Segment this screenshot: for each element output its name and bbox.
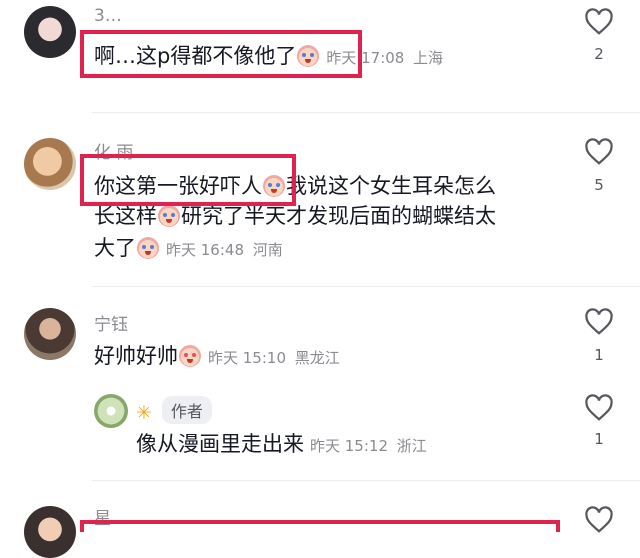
like-count: 1 <box>594 430 604 448</box>
like-heart-icon[interactable] <box>584 8 614 36</box>
highlight-box <box>80 154 296 206</box>
comment-time: 昨天 15:10 <box>208 349 286 367</box>
comment-text-line-3: 大了 昨天 16:48 河南 <box>94 232 283 267</box>
comment-body: 我说这个女生耳朵怎么 <box>286 174 496 198</box>
comment-author[interactable]: 3… <box>94 6 122 26</box>
reply-avatar[interactable] <box>94 394 128 428</box>
author-tag: 作者 <box>161 396 212 424</box>
like-count: 2 <box>594 45 604 63</box>
divider <box>92 112 640 113</box>
crying-emoji-icon <box>158 205 180 227</box>
like-count: 1 <box>594 346 604 364</box>
comment-body: 好帅好帅 <box>94 344 178 368</box>
reply-location: 浙江 <box>396 437 427 455</box>
reply-body: 像从漫画里走出来 <box>136 432 304 456</box>
highlight-box <box>80 30 362 78</box>
divider <box>92 480 640 481</box>
comment-location: 河南 <box>252 241 283 259</box>
like-heart-icon[interactable] <box>584 308 614 336</box>
divider <box>92 286 640 287</box>
comment-location: 黑龙江 <box>294 349 340 367</box>
comment-time: 昨天 16:48 <box>166 241 244 259</box>
avatar[interactable] <box>24 138 76 190</box>
comment-location: 上海 <box>413 49 444 67</box>
like-heart-icon[interactable] <box>584 394 614 422</box>
avatar[interactable] <box>24 506 76 558</box>
comment-body: 研究了半天才发现后面的蝴蝶结太 <box>181 204 496 228</box>
crying-emoji-icon <box>137 237 159 259</box>
avatar[interactable] <box>24 308 76 360</box>
comment-text: 好帅好帅 昨天 15:10 黑龙江 <box>94 340 340 375</box>
like-count: 5 <box>594 176 604 194</box>
comment-body: 大了 <box>94 236 136 260</box>
comment-author[interactable]: 宁钰 <box>94 310 128 335</box>
reply-text: 像从漫画里走出来 昨天 15:12 浙江 <box>136 428 427 463</box>
like-heart-icon[interactable] <box>584 506 614 534</box>
reply-author[interactable]: ✳ 作者 <box>136 396 212 424</box>
avatar[interactable] <box>24 6 76 58</box>
heart-eyes-emoji-icon <box>179 345 201 367</box>
like-heart-icon[interactable] <box>584 138 614 166</box>
highlight-box <box>80 520 560 532</box>
comment-body: 长这样 <box>94 204 157 228</box>
reply-time: 昨天 15:12 <box>310 437 388 455</box>
sun-icon: ✳ <box>136 402 152 424</box>
